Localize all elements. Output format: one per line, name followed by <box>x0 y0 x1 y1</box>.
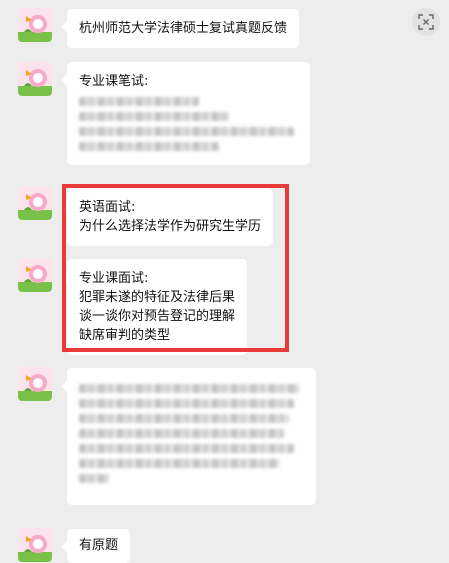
blurred-text <box>79 429 284 438</box>
blurred-text <box>79 459 279 468</box>
avatar[interactable] <box>18 62 52 96</box>
message-text: 有原题 <box>79 538 119 553</box>
avatar[interactable] <box>18 367 52 401</box>
blurred-text <box>79 474 109 483</box>
blurred-text <box>79 127 294 136</box>
blurred-text <box>79 142 219 151</box>
avatar-image-icon <box>18 367 52 401</box>
avatar[interactable] <box>18 186 52 220</box>
message-bubble[interactable] <box>61 368 316 505</box>
blurred-text <box>79 97 199 106</box>
avatar[interactable] <box>18 258 52 292</box>
blurred-text <box>79 414 289 423</box>
avatar-image-icon <box>18 528 52 562</box>
message-text: 杭州师范大学法律硕士复试真题反馈 <box>79 21 288 36</box>
avatar-image-icon <box>18 8 52 42</box>
blurred-text <box>79 444 294 453</box>
avatar-image-icon <box>18 186 52 220</box>
avatar[interactable] <box>18 8 52 42</box>
message-bubble[interactable]: 有原题 <box>60 529 131 563</box>
blurred-text <box>79 399 294 408</box>
message-text: 专业课笔试: <box>79 74 149 89</box>
blurred-text <box>79 384 299 393</box>
avatar[interactable] <box>18 528 52 562</box>
highlight-box <box>62 184 289 352</box>
avatar-image-icon <box>18 258 52 292</box>
blurred-text <box>79 112 229 121</box>
avatar-image-icon <box>18 62 52 96</box>
scan-button[interactable] <box>412 8 440 36</box>
scan-icon <box>418 14 434 30</box>
message-bubble[interactable]: 杭州师范大学法律硕士复试真题反馈 <box>60 9 300 48</box>
message-bubble[interactable]: 专业课笔试: <box>61 62 310 165</box>
